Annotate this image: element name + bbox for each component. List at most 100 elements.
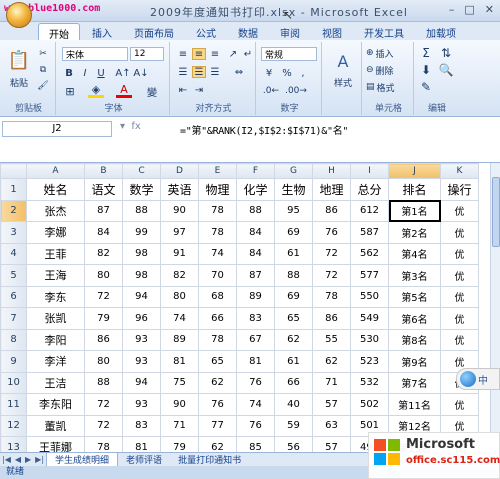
decrease-indent-icon[interactable]: ⇤	[176, 84, 190, 96]
align-left-icon[interactable]: ☰	[176, 66, 190, 78]
data-cell[interactable]: 55	[312, 328, 351, 351]
data-cell[interactable]: 董凯	[26, 414, 85, 437]
data-cell[interactable]: 80	[84, 264, 123, 287]
data-cell[interactable]: 57	[312, 436, 351, 452]
data-cell[interactable]: 530	[350, 328, 389, 351]
sheet-next-icon[interactable]: ▶	[23, 455, 33, 464]
header-cell[interactable]: 地理	[312, 178, 351, 201]
bold-button[interactable]: B	[62, 66, 76, 80]
tab-review[interactable]: 审阅	[270, 23, 310, 40]
data-cell[interactable]: 74	[160, 307, 199, 330]
data-cell[interactable]: 优	[440, 393, 479, 416]
data-cell[interactable]: 72	[84, 285, 123, 308]
data-cell[interactable]: 81	[236, 350, 275, 373]
data-cell[interactable]: 74	[236, 393, 275, 416]
fill-color-icon[interactable]: ◈	[88, 83, 104, 98]
header-cell[interactable]: 操行	[440, 178, 479, 201]
header-cell[interactable]: 数学	[122, 178, 161, 201]
currency-icon[interactable]: ¥	[261, 66, 277, 80]
data-cell[interactable]: 86	[312, 199, 351, 222]
data-cell[interactable]: 王菲娜	[26, 436, 85, 452]
paste-icon[interactable]: 📋	[6, 46, 32, 74]
data-cell[interactable]: 612	[350, 199, 389, 222]
data-cell[interactable]: 94	[122, 285, 161, 308]
column-header[interactable]: F	[236, 163, 275, 179]
data-cell[interactable]: 84	[236, 242, 275, 265]
data-cell[interactable]: 第3名	[388, 264, 441, 287]
data-cell[interactable]: 550	[350, 285, 389, 308]
data-cell[interactable]: 72	[312, 242, 351, 265]
data-cell[interactable]: 优	[440, 221, 479, 244]
name-box[interactable]: J2	[2, 121, 112, 137]
data-cell[interactable]: 69	[274, 221, 313, 244]
row-header[interactable]: 1	[0, 178, 27, 201]
floating-widget[interactable]: 中	[456, 368, 500, 390]
data-cell[interactable]: 57	[312, 393, 351, 416]
data-cell[interactable]: 第5名	[388, 285, 441, 308]
column-header[interactable]: D	[160, 163, 199, 179]
increase-indent-icon[interactable]: ⇥	[192, 84, 206, 96]
data-cell[interactable]: 96	[122, 307, 161, 330]
clear-icon[interactable]: ✎	[418, 80, 434, 94]
data-cell[interactable]: 40	[274, 393, 313, 416]
row-header[interactable]: 11	[0, 393, 27, 416]
column-header[interactable]: I	[350, 163, 389, 179]
font-size-select[interactable]: 12	[130, 47, 164, 61]
data-cell[interactable]: 82	[84, 242, 123, 265]
data-cell[interactable]: 88	[274, 264, 313, 287]
copy-icon[interactable]: ⧉	[36, 64, 50, 76]
data-cell[interactable]: 93	[122, 328, 161, 351]
data-cell[interactable]: 第11名	[388, 393, 441, 416]
data-cell[interactable]: 62	[312, 350, 351, 373]
data-cell[interactable]: 82	[160, 264, 199, 287]
data-cell[interactable]: 61	[274, 242, 313, 265]
sheet-tab[interactable]: 老师评语	[118, 453, 170, 466]
tab-page-layout[interactable]: 页面布局	[124, 23, 184, 40]
data-cell[interactable]: 76	[312, 221, 351, 244]
data-cell[interactable]: 71	[160, 414, 199, 437]
data-cell[interactable]: 70	[198, 264, 237, 287]
data-cell[interactable]: 95	[274, 199, 313, 222]
data-cell[interactable]: 李娜	[26, 221, 85, 244]
data-cell[interactable]: 79	[160, 436, 199, 452]
data-cell[interactable]: 李东阳	[26, 393, 85, 416]
data-cell[interactable]: 79	[84, 307, 123, 330]
insert-cells-button[interactable]: ⊕ 插入	[366, 46, 412, 60]
data-cell[interactable]: 李洋	[26, 350, 85, 373]
data-cell[interactable]: 第4名	[388, 242, 441, 265]
data-cell[interactable]: 69	[274, 285, 313, 308]
data-cell[interactable]: 第9名	[388, 350, 441, 373]
data-cell[interactable]: 89	[236, 285, 275, 308]
data-cell[interactable]: 优	[440, 242, 479, 265]
close-icon[interactable]: ✕	[485, 3, 494, 16]
sheet-prev-icon[interactable]: ◀	[13, 455, 23, 464]
styles-icon[interactable]: A	[332, 50, 354, 72]
tab-data[interactable]: 数据	[228, 23, 268, 40]
data-cell[interactable]: 59	[274, 414, 313, 437]
data-cell[interactable]: 77	[198, 414, 237, 437]
column-header[interactable]: J	[388, 163, 441, 179]
data-cell[interactable]: 王洁	[26, 371, 85, 394]
data-cell[interactable]: 90	[160, 199, 199, 222]
header-cell[interactable]: 化学	[236, 178, 275, 201]
sheet-tab[interactable]: 批量打印通知书	[170, 453, 249, 466]
row-header[interactable]: 9	[0, 350, 27, 373]
data-cell[interactable]: 63	[312, 414, 351, 437]
data-cell[interactable]: 68	[198, 285, 237, 308]
border-icon[interactable]: ⊞	[62, 84, 78, 98]
data-cell[interactable]: 72	[84, 414, 123, 437]
sheet-last-icon[interactable]: ▶|	[33, 455, 46, 464]
row-header[interactable]: 6	[0, 285, 27, 308]
formula-input[interactable]: ="第"&RANK(I2,$I$2:$I$71)&"名"	[180, 122, 348, 137]
header-cell[interactable]: 物理	[198, 178, 237, 201]
tab-insert[interactable]: 插入	[82, 23, 122, 40]
data-cell[interactable]: 优	[440, 264, 479, 287]
paste-label[interactable]: 粘贴	[6, 76, 32, 89]
align-right-icon[interactable]: ☰	[208, 66, 222, 78]
font-name-select[interactable]: 宋体	[62, 47, 128, 61]
data-cell[interactable]: 75	[160, 371, 199, 394]
data-cell[interactable]: 87	[236, 264, 275, 287]
data-cell[interactable]: 80	[84, 350, 123, 373]
data-cell[interactable]: 优	[440, 199, 479, 222]
tab-developer[interactable]: 开发工具	[354, 23, 414, 40]
